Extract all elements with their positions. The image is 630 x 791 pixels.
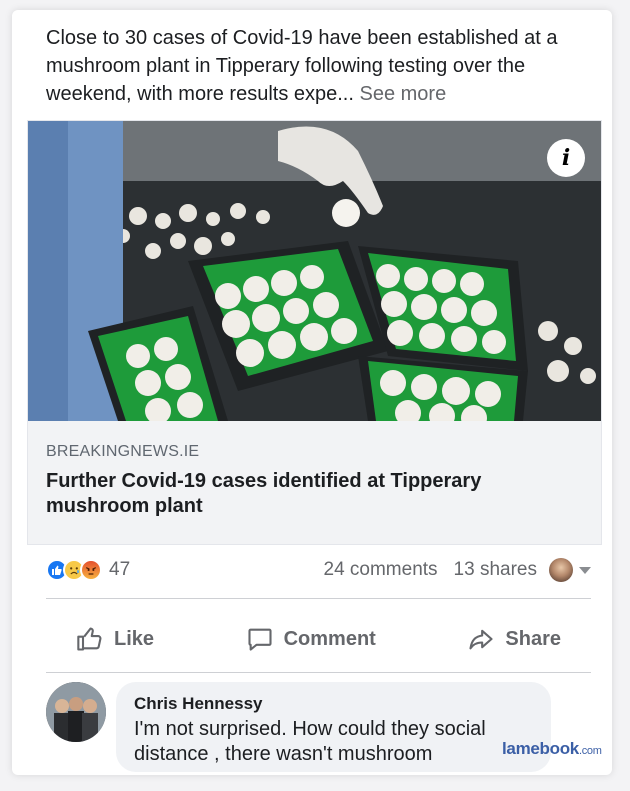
reaction-summary[interactable]: 47 — [46, 559, 130, 581]
post-text: Close to 30 cases of Covid-19 have been … — [46, 24, 586, 108]
comment-button[interactable]: Comment — [216, 625, 406, 653]
mushroom-crates-image — [28, 121, 601, 421]
reaction-count: 47 — [109, 559, 131, 580]
action-bar: Like Comment Share — [46, 608, 591, 670]
link-domain: BREAKINGNEWS.IE — [46, 443, 200, 460]
like-button[interactable]: Like — [46, 625, 184, 653]
watermark-suffix: .com — [578, 745, 602, 757]
comment-author[interactable]: Chris Hennessy — [134, 694, 533, 714]
divider — [46, 598, 591, 599]
thumbs-up-icon — [77, 627, 102, 651]
share-label: Share — [505, 627, 561, 650]
post-body: Close to 30 cases of Covid-19 have been … — [46, 27, 558, 105]
comment-label: Comment — [283, 627, 376, 650]
link-headline[interactable]: Further Covid-19 cases identified at Tip… — [46, 469, 585, 519]
divider — [46, 672, 591, 673]
angry-icon — [80, 559, 102, 581]
comment-bubble: Chris Hennessy I'm not surprised. How co… — [116, 682, 551, 772]
comment-text: I'm not surprised. How could they social… — [134, 718, 486, 765]
chevron-down-icon[interactable] — [579, 566, 591, 574]
stats-row: 47 24 comments 13 shares — [46, 555, 591, 585]
shares-count[interactable]: 13 shares — [454, 559, 537, 581]
share-arrow-icon — [469, 629, 493, 650]
info-icon[interactable]: i — [547, 139, 585, 177]
preview-meta: BREAKINGNEWS.IE Further Covid-19 cases i… — [28, 421, 601, 544]
avatar[interactable] — [46, 682, 106, 742]
link-preview[interactable]: i BREAKINGNEWS.IE Further Covid-19 cases… — [27, 120, 602, 545]
see-more-link[interactable]: See more — [359, 83, 446, 105]
article-photo[interactable]: i — [28, 121, 601, 421]
watermark-logo: lamebook.com — [502, 739, 602, 759]
watermark-brand: lamebook — [502, 739, 579, 758]
speech-bubble-icon — [248, 628, 272, 651]
comments-count[interactable]: 24 comments — [324, 559, 438, 581]
like-label: Like — [114, 627, 155, 650]
share-button[interactable]: Share — [437, 625, 591, 653]
comment: Chris Hennessy I'm not surprised. How co… — [46, 682, 591, 777]
post-card: Close to 30 cases of Covid-19 have been … — [12, 10, 612, 775]
page-avatar[interactable] — [549, 558, 573, 582]
